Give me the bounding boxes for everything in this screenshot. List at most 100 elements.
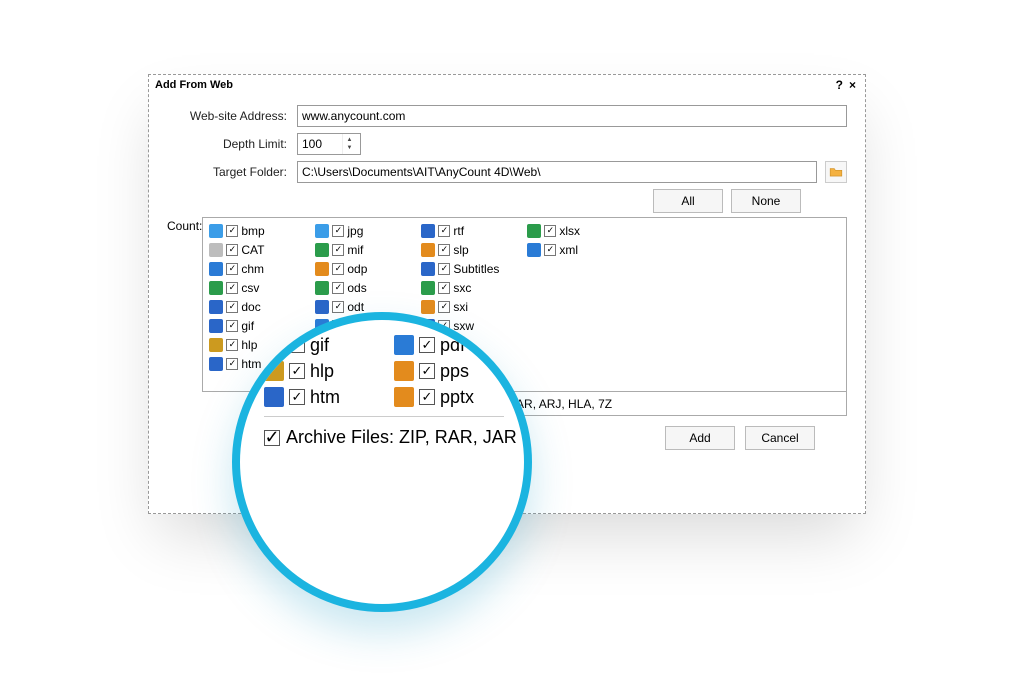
- file-icon: [264, 387, 284, 407]
- filetype-checkbox[interactable]: ✓: [226, 225, 238, 237]
- file-icon: [394, 335, 414, 355]
- filetype-item-chm[interactable]: ✓chm: [209, 260, 305, 277]
- file-icon: [315, 300, 329, 314]
- website-label: Web-site Address:: [167, 109, 297, 123]
- file-icon: [421, 224, 435, 238]
- depth-input[interactable]: [298, 135, 342, 153]
- filetype-checkbox[interactable]: ✓: [289, 337, 305, 353]
- file-icon: [421, 300, 435, 314]
- filetype-checkbox[interactable]: ✓: [226, 320, 238, 332]
- magnifier-lens: ✓gif✓hlp✓htm ✓pdf✓pps✓pptx ✓ Archive Fil…: [232, 312, 532, 612]
- filetype-label: CAT: [241, 243, 264, 257]
- filetype-item-sxc[interactable]: ✓sxc: [421, 279, 517, 296]
- spin-up-icon[interactable]: ▲: [343, 136, 356, 144]
- filetype-checkbox[interactable]: ✓: [332, 244, 344, 256]
- filetype-item-doc[interactable]: ✓doc: [209, 298, 305, 315]
- select-all-button[interactable]: All: [653, 189, 723, 213]
- filetype-label: mif: [347, 243, 363, 257]
- zoom-item-gif: ✓gif: [264, 332, 382, 358]
- file-icon: [264, 335, 284, 355]
- filetype-checkbox[interactable]: ✓: [438, 244, 450, 256]
- filetype-label: doc: [241, 300, 260, 314]
- file-icon: [209, 338, 223, 352]
- help-button[interactable]: ?: [833, 78, 846, 92]
- file-icon: [394, 387, 414, 407]
- filetype-checkbox[interactable]: ✓: [226, 339, 238, 351]
- filetype-checkbox[interactable]: ✓: [226, 301, 238, 313]
- filetype-item-subtitles[interactable]: ✓Subtitles: [421, 260, 517, 277]
- filetype-item-sxi[interactable]: ✓sxi: [421, 298, 517, 315]
- filetype-checkbox[interactable]: ✓: [226, 263, 238, 275]
- count-label: Count:: [167, 217, 202, 233]
- filetype-label: xml: [559, 243, 578, 257]
- titlebar: Add From Web ? ×: [149, 75, 865, 95]
- file-icon: [209, 300, 223, 314]
- filetype-checkbox[interactable]: ✓: [544, 244, 556, 256]
- zoom-item-htm: ✓ htm: [264, 384, 382, 410]
- filetype-item-ods[interactable]: ✓ods: [315, 279, 411, 296]
- file-icon: [421, 262, 435, 276]
- filetype-item-slp[interactable]: ✓slp: [421, 241, 517, 258]
- file-icon: [315, 224, 329, 238]
- filetype-label: slp: [453, 243, 468, 257]
- filetype-item-bmp[interactable]: ✓bmp: [209, 222, 305, 239]
- filetype-checkbox[interactable]: ✓: [438, 301, 450, 313]
- filetype-item-jpg[interactable]: ✓jpg: [315, 222, 411, 239]
- filetype-checkbox[interactable]: ✓: [226, 282, 238, 294]
- browse-folder-button[interactable]: [825, 161, 847, 183]
- close-button[interactable]: ×: [846, 78, 859, 92]
- filetype-item-csv[interactable]: ✓csv: [209, 279, 305, 296]
- website-input[interactable]: [297, 105, 847, 127]
- zoom-item-pptx: ✓ pptx: [394, 384, 512, 410]
- filetype-checkbox[interactable]: ✓: [438, 263, 450, 275]
- filetype-label: odt: [347, 300, 364, 314]
- filetype-checkbox[interactable]: ✓: [419, 337, 435, 353]
- filetype-item-xlsx[interactable]: ✓xlsx: [527, 222, 623, 239]
- filetype-checkbox[interactable]: ✓: [289, 363, 305, 379]
- filetype-checkbox[interactable]: ✓: [226, 244, 238, 256]
- filetype-label: htm: [241, 357, 261, 371]
- filetype-label: pptx: [440, 387, 474, 408]
- filetype-label: odp: [347, 262, 367, 276]
- file-icon: [209, 319, 223, 333]
- target-folder-input[interactable]: [297, 161, 817, 183]
- file-icon: [527, 243, 541, 257]
- filetype-item-cat[interactable]: ✓CAT: [209, 241, 305, 258]
- filetype-label: rtf: [453, 224, 464, 238]
- add-button[interactable]: Add: [665, 426, 735, 450]
- file-icon: [209, 243, 223, 257]
- select-none-button[interactable]: None: [731, 189, 801, 213]
- zoom-item-pps: ✓pps: [394, 358, 512, 384]
- filetype-checkbox[interactable]: ✓: [544, 225, 556, 237]
- spin-down-icon[interactable]: ▼: [343, 144, 356, 152]
- filetype-label: xlsx: [559, 224, 580, 238]
- zoom-archive-checkbox[interactable]: ✓: [264, 430, 280, 446]
- filetype-item-mif[interactable]: ✓mif: [315, 241, 411, 258]
- filetype-item-xml[interactable]: ✓xml: [527, 241, 623, 258]
- zoom-archive-label: Archive Files: ZIP, RAR, JAR: [286, 427, 517, 448]
- filetype-item-rtf[interactable]: ✓rtf: [421, 222, 517, 239]
- filetype-label: chm: [241, 262, 264, 276]
- cancel-button[interactable]: Cancel: [745, 426, 815, 450]
- filetype-checkbox[interactable]: ✓: [332, 225, 344, 237]
- file-icon: [264, 361, 284, 381]
- filetype-label: hlp: [241, 338, 257, 352]
- depth-spinner[interactable]: ▲ ▼: [297, 133, 361, 155]
- file-icon: [394, 361, 414, 381]
- filetype-checkbox[interactable]: ✓: [289, 389, 305, 405]
- filetype-checkbox[interactable]: ✓: [419, 389, 435, 405]
- filetype-checkbox[interactable]: ✓: [226, 358, 238, 370]
- filetype-checkbox[interactable]: ✓: [332, 282, 344, 294]
- filetype-label: jpg: [347, 224, 363, 238]
- filetype-checkbox[interactable]: ✓: [438, 225, 450, 237]
- filetype-label: htm: [310, 387, 340, 408]
- filetype-item-odp[interactable]: ✓odp: [315, 260, 411, 277]
- filetype-checkbox[interactable]: ✓: [332, 301, 344, 313]
- filetype-checkbox[interactable]: ✓: [332, 263, 344, 275]
- target-label: Target Folder:: [167, 165, 297, 179]
- filetype-label: bmp: [241, 224, 264, 238]
- filetype-checkbox[interactable]: ✓: [419, 363, 435, 379]
- folder-icon: [829, 166, 843, 178]
- filetype-label: sxi: [453, 300, 468, 314]
- filetype-checkbox[interactable]: ✓: [438, 282, 450, 294]
